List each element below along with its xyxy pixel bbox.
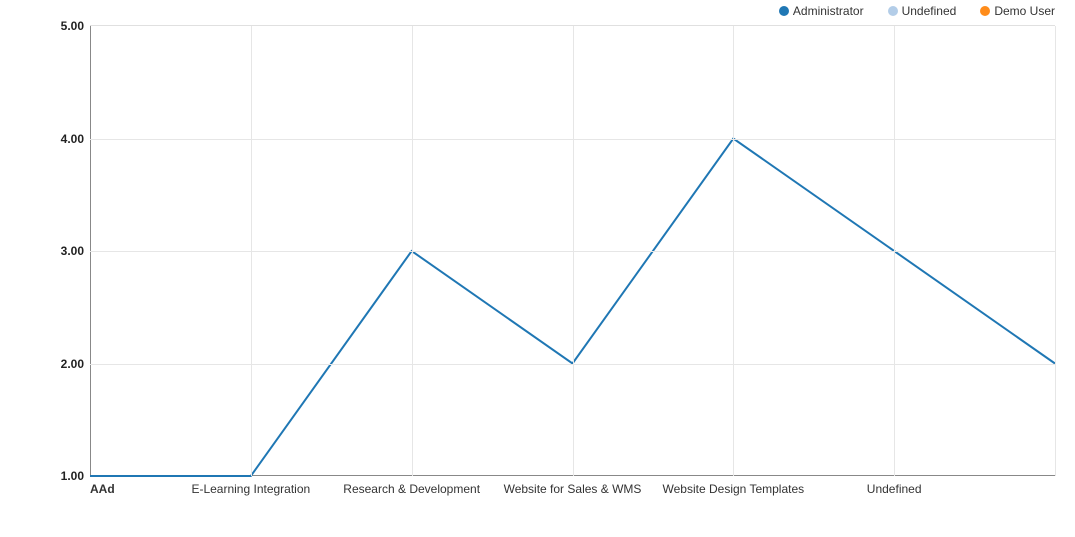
x-tick-label: AAd [90,482,115,496]
legend-item-undefined[interactable]: Undefined [888,4,957,18]
plot-area: 1.002.003.004.005.00AAdE-Learning Integr… [90,25,1055,476]
legend-label: Demo User [994,4,1055,18]
y-tick-label: 2.00 [61,357,84,371]
grid-line [1055,26,1056,476]
chart-container: Administrator Undefined Demo User 1.002.… [0,0,1075,537]
y-tick-label: 5.00 [61,19,84,33]
x-tick-label: Undefined [867,482,922,496]
y-tick-label: 3.00 [61,244,84,258]
grid-line [412,26,413,476]
legend-item-demo-user[interactable]: Demo User [980,4,1055,18]
grid-line [573,26,574,476]
legend-dot-icon [779,6,789,16]
legend: Administrator Undefined Demo User [779,4,1055,18]
x-tick-label: Research & Development [343,482,480,496]
grid-line [894,26,895,476]
legend-dot-icon [888,6,898,16]
x-tick-label: Website Design Templates [663,482,805,496]
y-tick-label: 4.00 [61,132,84,146]
grid-line [733,26,734,476]
x-tick-label: E-Learning Integration [191,482,310,496]
legend-label: Administrator [793,4,864,18]
legend-dot-icon [980,6,990,16]
legend-item-administrator[interactable]: Administrator [779,4,864,18]
x-tick-label: Website for Sales & WMS [504,482,642,496]
legend-label: Undefined [902,4,957,18]
y-tick-label: 1.00 [61,469,84,483]
grid-line [251,26,252,476]
